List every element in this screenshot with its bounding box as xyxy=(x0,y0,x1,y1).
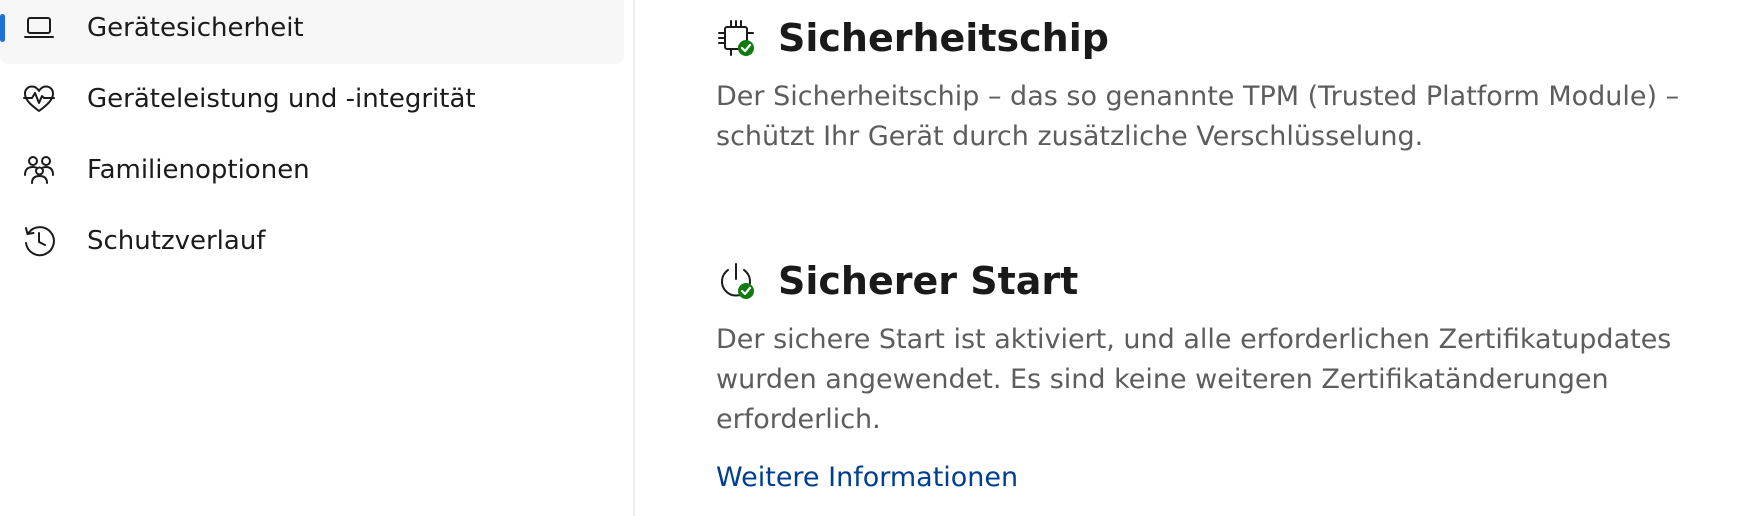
sidebar-item-device-security[interactable]: Gerätesicherheit xyxy=(0,0,624,64)
sidebar-item-family-options[interactable]: Familienoptionen xyxy=(0,138,624,202)
more-info-link[interactable]: Weitere Informationen xyxy=(716,462,1018,493)
heart-pulse-icon xyxy=(21,81,57,117)
security-chip-icon xyxy=(718,20,754,56)
secure-boot-section: Sicherer Start Der sichere Start ist akt… xyxy=(716,256,1716,493)
section-description: Der sichere Start ist aktiviert, und all… xyxy=(716,324,1672,435)
sidebar-item-device-performance[interactable]: Geräteleistung und -integrität xyxy=(0,67,624,131)
sidebar-item-label: Geräteleistung und -integrität xyxy=(87,84,476,114)
section-description: Der Sicherheitschip – das so genannte TP… xyxy=(716,81,1680,152)
sidebar-item-protection-history[interactable]: Schutzverlauf xyxy=(0,209,624,273)
selection-indicator xyxy=(0,14,5,42)
section-title: Sicherheitschip xyxy=(778,16,1109,60)
sidebar-nav: Gerätesicherheit Geräteleistung und -int… xyxy=(0,0,633,516)
section-header: Sicherer Start xyxy=(716,256,1716,306)
history-icon xyxy=(21,223,57,259)
security-chip-section: Sicherheitschip Der Sicherheitschip – da… xyxy=(716,13,1716,157)
pane-divider xyxy=(633,0,635,516)
section-title: Sicherer Start xyxy=(778,259,1079,303)
section-header: Sicherheitschip xyxy=(716,13,1716,63)
sidebar-item-label: Schutzverlauf xyxy=(87,226,266,256)
sidebar-item-label: Familienoptionen xyxy=(87,155,310,185)
power-check-icon xyxy=(721,263,754,299)
family-icon xyxy=(21,152,57,188)
sidebar-item-label: Gerätesicherheit xyxy=(87,13,304,43)
laptop-icon xyxy=(21,10,57,46)
